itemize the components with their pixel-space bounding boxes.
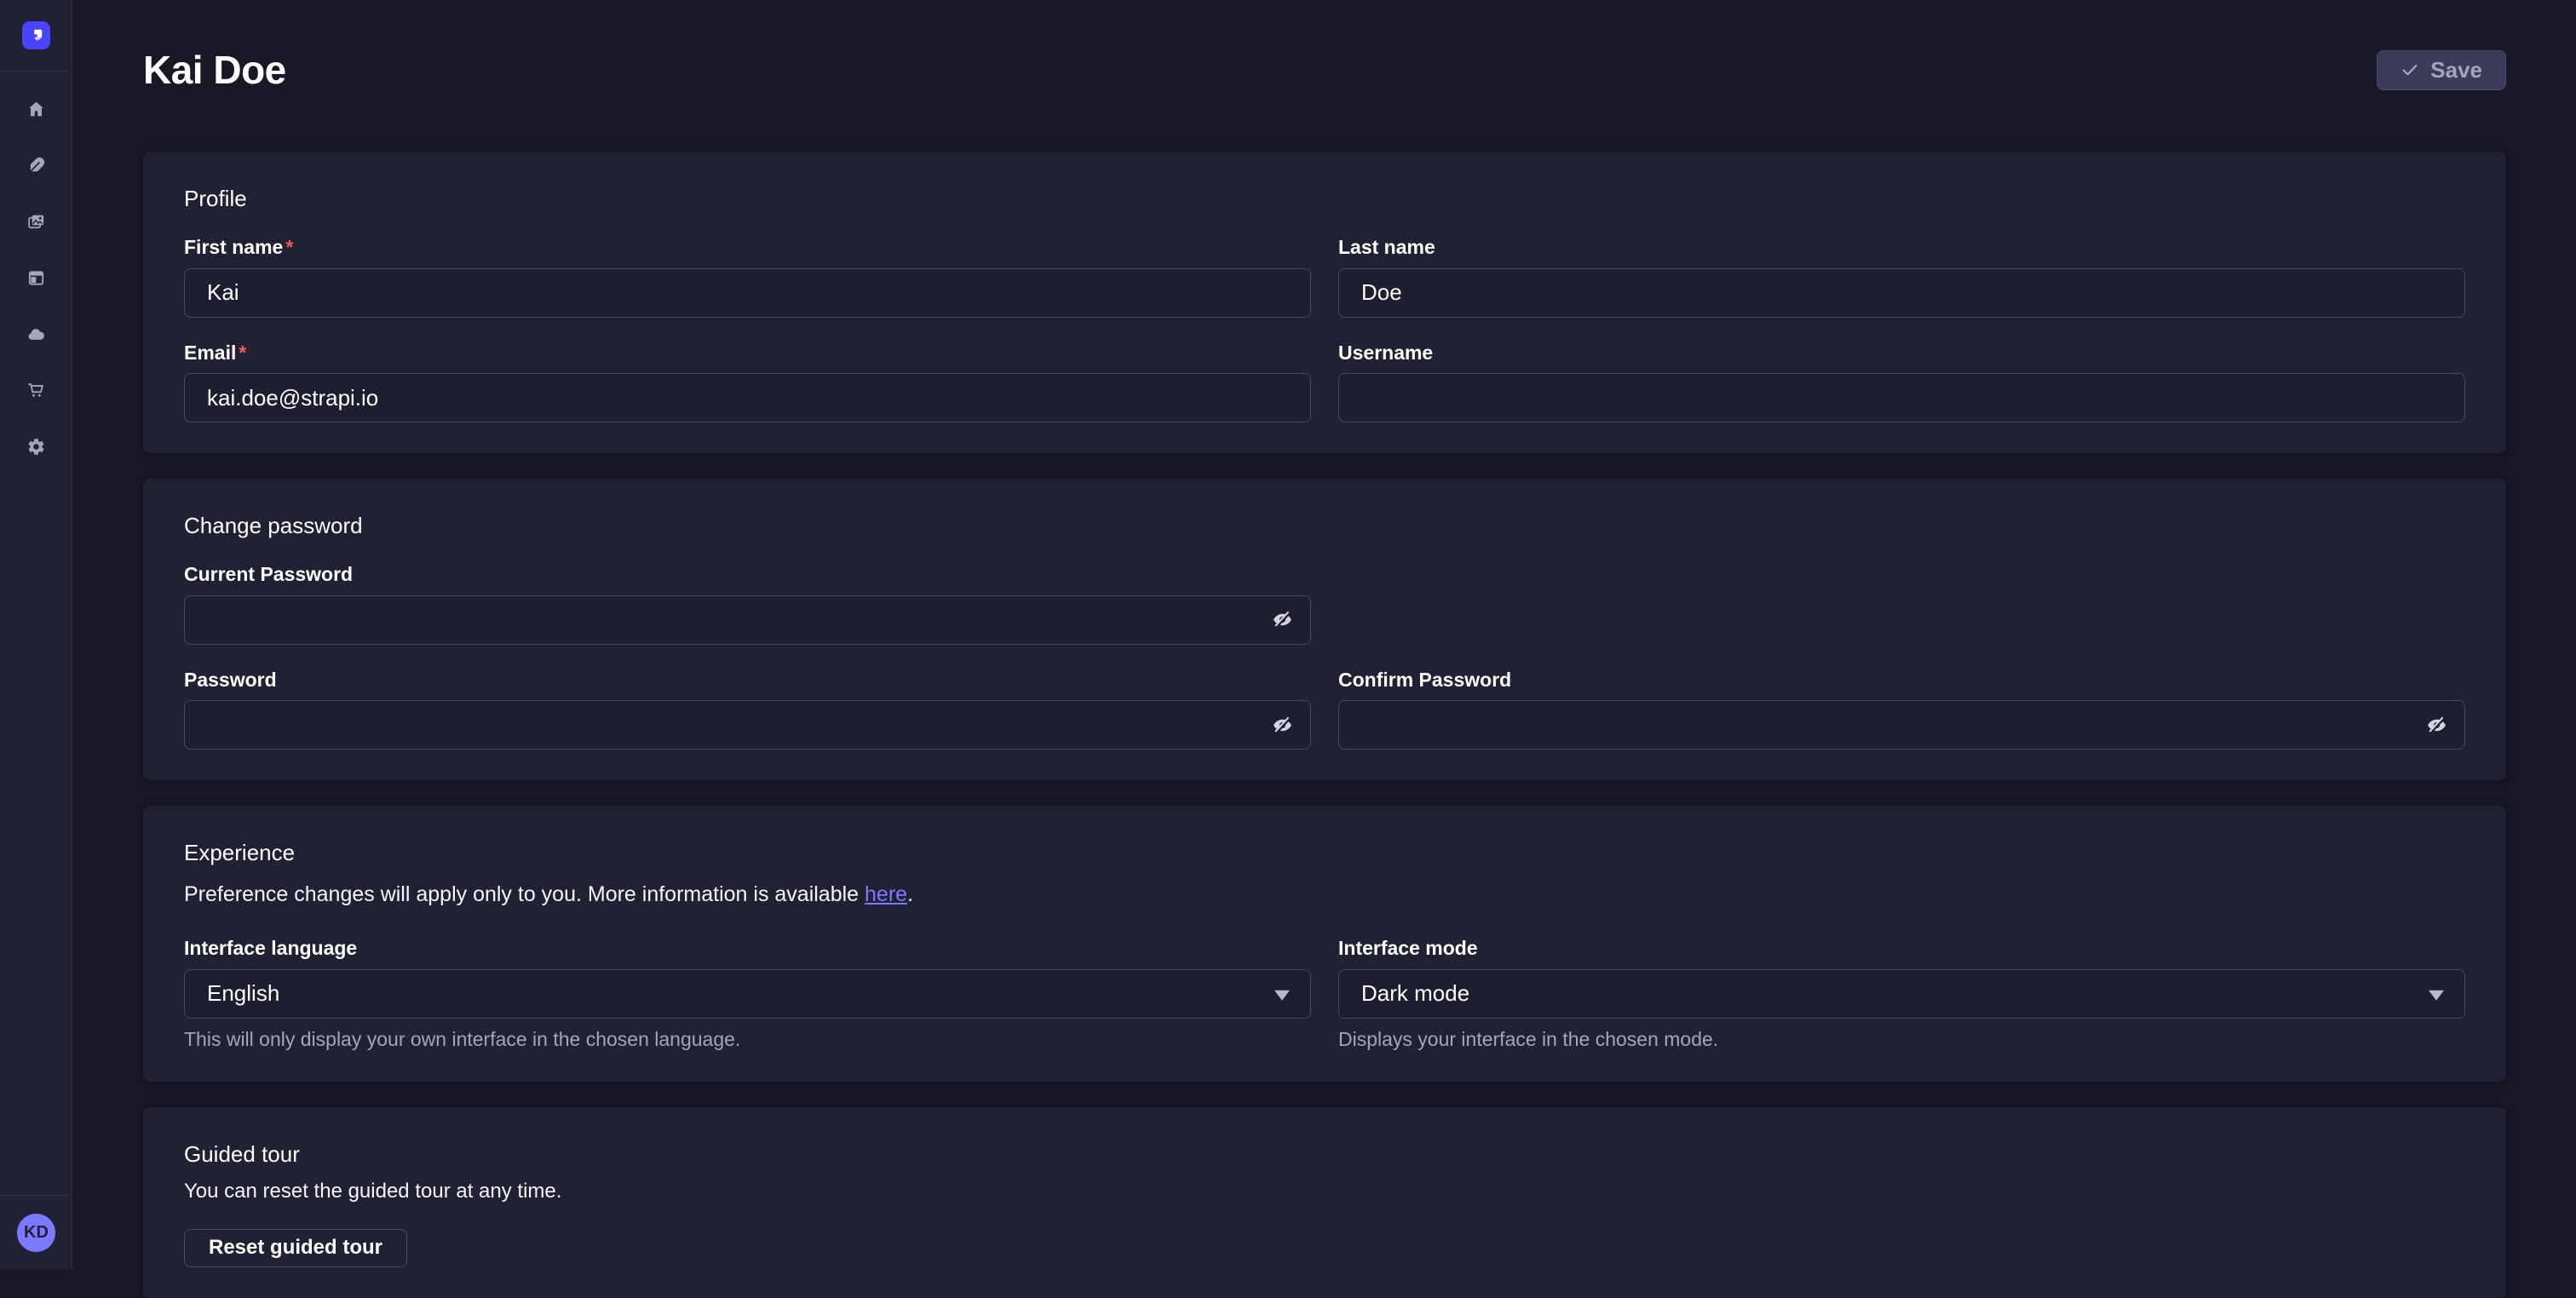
interface-mode-value: Dark mode bbox=[1361, 980, 1469, 1007]
profile-section: Profile First name* Last name Email* Use… bbox=[143, 152, 2506, 453]
first-name-label: First name* bbox=[184, 236, 1311, 260]
avatar-initials: KD bbox=[24, 1223, 49, 1243]
email-label: Email* bbox=[184, 342, 1311, 365]
sidebar-item-content-manager[interactable] bbox=[0, 137, 72, 193]
interface-language-label: Interface language bbox=[184, 937, 1311, 961]
feather-icon bbox=[26, 156, 46, 175]
experience-description: Preference changes will apply only to yo… bbox=[184, 880, 2465, 910]
confirm-password-label: Confirm Password bbox=[1338, 669, 2465, 692]
sidebar-item-content-type-builder[interactable] bbox=[0, 250, 72, 306]
eye-off-icon bbox=[2426, 715, 2447, 736]
reset-guided-tour-button[interactable]: Reset guided tour bbox=[184, 1229, 407, 1267]
username-label: Username bbox=[1338, 342, 2465, 365]
experience-description-period: . bbox=[907, 882, 913, 906]
media-library-icon bbox=[26, 212, 46, 232]
email-field: Email* bbox=[184, 342, 1311, 423]
empty-grid-cell bbox=[1338, 563, 2465, 645]
interface-mode-field: Interface mode Dark mode Displays your i… bbox=[1338, 937, 2465, 1051]
interface-mode-select[interactable]: Dark mode bbox=[1338, 969, 2465, 1019]
interface-language-value: English bbox=[207, 980, 279, 1007]
guided-tour-description: You can reset the guided tour at any tim… bbox=[184, 1180, 2465, 1203]
current-password-field: Current Password bbox=[184, 563, 1311, 645]
interface-mode-label: Interface mode bbox=[1338, 937, 2465, 961]
experience-section-title: Experience bbox=[184, 840, 2465, 866]
avatar-area: KD bbox=[0, 1196, 72, 1269]
current-password-input[interactable] bbox=[184, 595, 1311, 645]
workspace-logo-button[interactable] bbox=[0, 0, 72, 71]
sidebar-item-media-library[interactable] bbox=[0, 193, 72, 250]
interface-language-field: Interface language English This will onl… bbox=[184, 937, 1311, 1051]
toggle-new-password-visibility-button[interactable] bbox=[1267, 709, 1297, 740]
first-name-field: First name* bbox=[184, 236, 1311, 318]
confirm-password-input[interactable] bbox=[1338, 700, 2465, 750]
experience-form-grid: Interface language English This will onl… bbox=[184, 937, 2465, 1051]
sidebar-item-marketplace[interactable] bbox=[0, 362, 72, 418]
sidebar-bottom: KD bbox=[0, 1195, 72, 1269]
sidebar-item-home[interactable] bbox=[0, 81, 72, 137]
confirm-password-field: Confirm Password bbox=[1338, 669, 2465, 750]
current-password-label: Current Password bbox=[184, 563, 1311, 587]
email-input[interactable] bbox=[184, 373, 1311, 422]
sidebar-nav bbox=[0, 72, 72, 474]
save-button-label: Save bbox=[2430, 57, 2482, 83]
toggle-current-password-visibility-button[interactable] bbox=[1267, 605, 1297, 635]
cart-icon bbox=[26, 381, 46, 400]
page-title: Kai Doe bbox=[143, 47, 286, 93]
change-password-form-grid: Current Password bbox=[184, 563, 2465, 750]
change-password-section-title: Change password bbox=[184, 513, 2465, 539]
user-avatar[interactable]: KD bbox=[17, 1214, 55, 1252]
layout-icon bbox=[26, 268, 46, 288]
username-field: Username bbox=[1338, 342, 2465, 423]
interface-language-hint: This will only display your own interfac… bbox=[184, 1028, 1311, 1051]
required-mark: * bbox=[285, 236, 293, 258]
profile-form-grid: First name* Last name Email* Username bbox=[184, 236, 2465, 422]
new-password-field: Password bbox=[184, 669, 1311, 750]
page-header: Kai Doe Save bbox=[143, 44, 2506, 95]
strapi-logo-icon bbox=[22, 21, 50, 49]
interface-mode-hint: Displays your interface in the chosen mo… bbox=[1338, 1028, 2465, 1051]
guided-tour-section-title: Guided tour bbox=[184, 1141, 2465, 1168]
sidebar-item-cloud[interactable] bbox=[0, 306, 72, 362]
last-name-field: Last name bbox=[1338, 236, 2465, 318]
check-icon bbox=[2401, 60, 2419, 79]
first-name-input[interactable] bbox=[184, 268, 1311, 318]
chevron-down-icon bbox=[2429, 991, 2444, 1001]
save-button[interactable]: Save bbox=[2377, 50, 2506, 90]
sidebar: KD bbox=[0, 0, 72, 1269]
app-shell: KD Kai Doe Save Profile First name* bbox=[0, 0, 2576, 1269]
toggle-confirm-password-visibility-button[interactable] bbox=[2421, 709, 2452, 740]
guided-tour-section: Guided tour You can reset the guided tou… bbox=[143, 1107, 2506, 1298]
profile-section-title: Profile bbox=[184, 186, 2465, 212]
strapi-logo-glyph bbox=[28, 27, 44, 43]
eye-off-icon bbox=[1272, 609, 1293, 630]
last-name-label: Last name bbox=[1338, 236, 2465, 260]
main-content: Kai Doe Save Profile First name* Last na… bbox=[72, 0, 2576, 1269]
home-icon bbox=[26, 100, 46, 119]
experience-description-text: Preference changes will apply only to yo… bbox=[184, 882, 865, 906]
interface-language-select[interactable]: English bbox=[184, 969, 1311, 1019]
change-password-section: Change password Current Password bbox=[143, 479, 2506, 780]
username-input[interactable] bbox=[1338, 373, 2465, 422]
new-password-label: Password bbox=[184, 669, 1311, 692]
chevron-down-icon bbox=[1274, 991, 1290, 1001]
required-mark: * bbox=[239, 342, 246, 364]
gear-icon bbox=[26, 437, 46, 457]
new-password-input[interactable] bbox=[184, 700, 1311, 750]
last-name-input[interactable] bbox=[1338, 268, 2465, 318]
cloud-icon bbox=[26, 324, 46, 344]
eye-off-icon bbox=[1272, 715, 1293, 736]
experience-section: Experience Preference changes will apply… bbox=[143, 806, 2506, 1082]
sidebar-item-settings[interactable] bbox=[0, 418, 72, 474]
more-information-link[interactable]: here bbox=[865, 882, 907, 906]
